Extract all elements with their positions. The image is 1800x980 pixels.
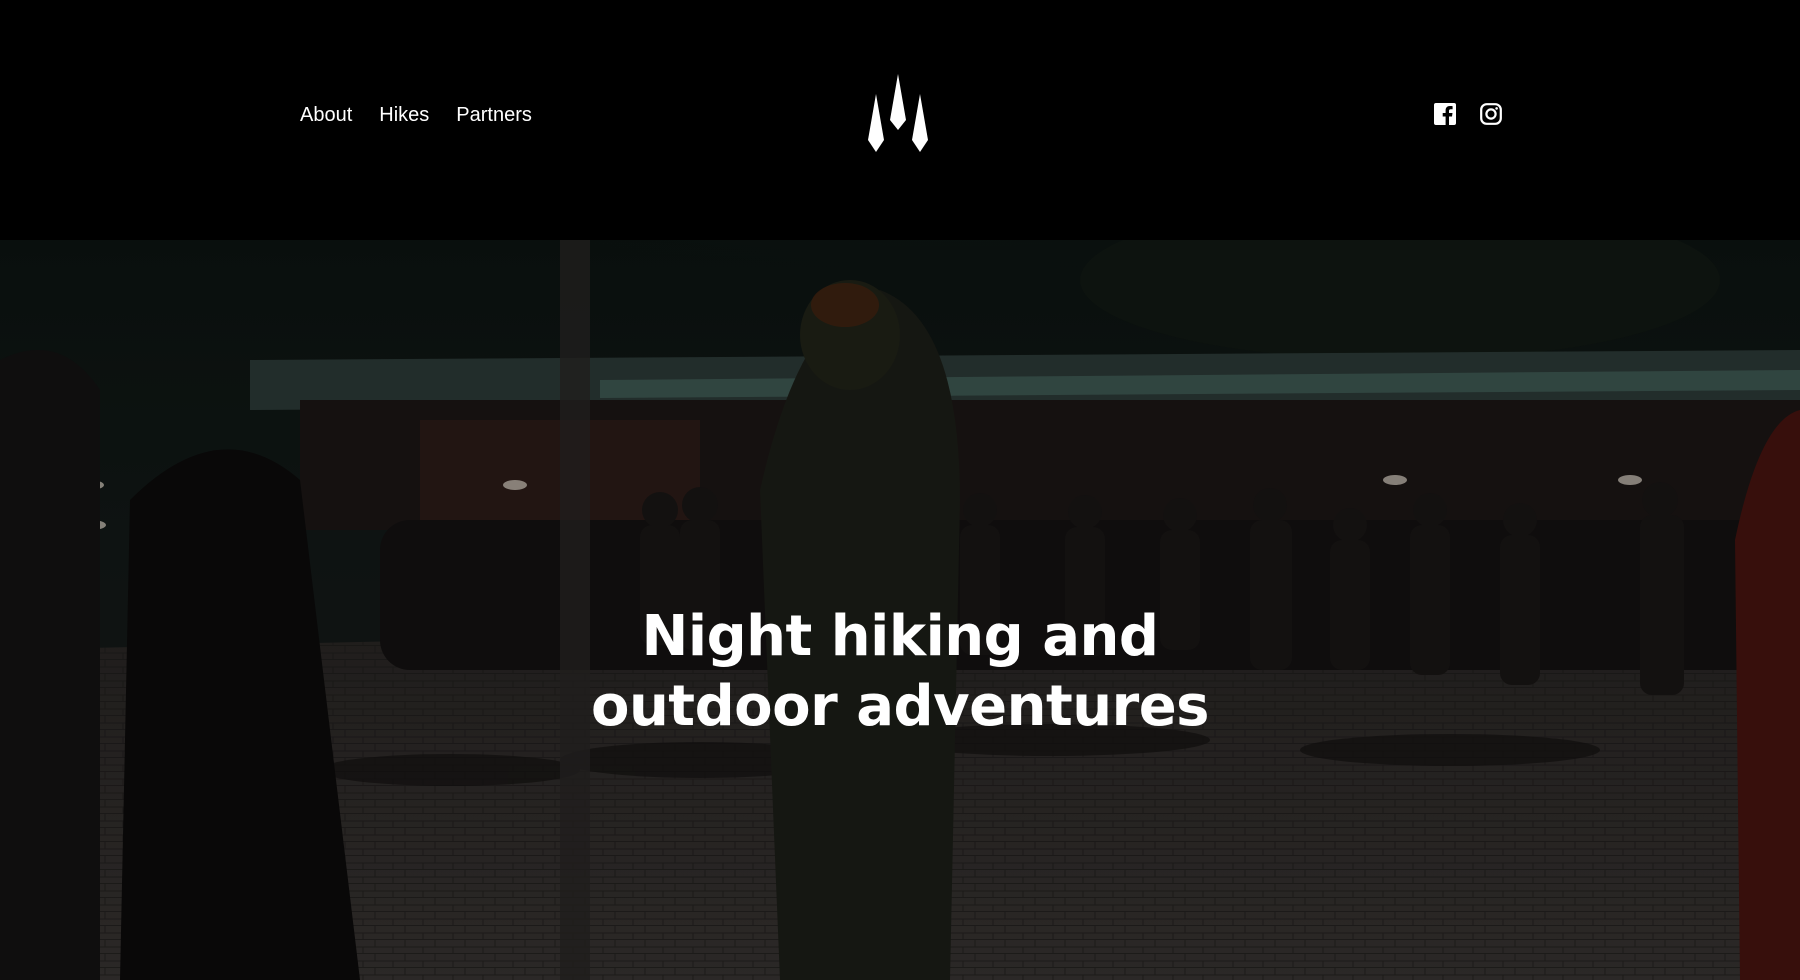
nav-link-hikes[interactable]: Hikes: [379, 104, 429, 127]
hero-title-line-2: outdoor adventures: [590, 674, 1210, 739]
instagram-icon[interactable]: [1480, 103, 1502, 125]
nav-link-partners[interactable]: Partners: [456, 104, 532, 127]
facebook-icon[interactable]: [1434, 103, 1456, 125]
nav-link-about[interactable]: About: [300, 104, 352, 127]
site-header: About Hikes Partners: [0, 0, 1800, 240]
hero-section: Night hiking and outdoor adventures: [0, 240, 1800, 980]
hero-title: Night hiking and outdoor adventures: [0, 602, 1800, 742]
social-links: [1434, 103, 1502, 125]
main-nav: About Hikes Partners: [300, 104, 532, 127]
hero-title-line-1: Night hiking and: [641, 604, 1159, 669]
three-peaks-logo-icon[interactable]: [862, 74, 934, 154]
